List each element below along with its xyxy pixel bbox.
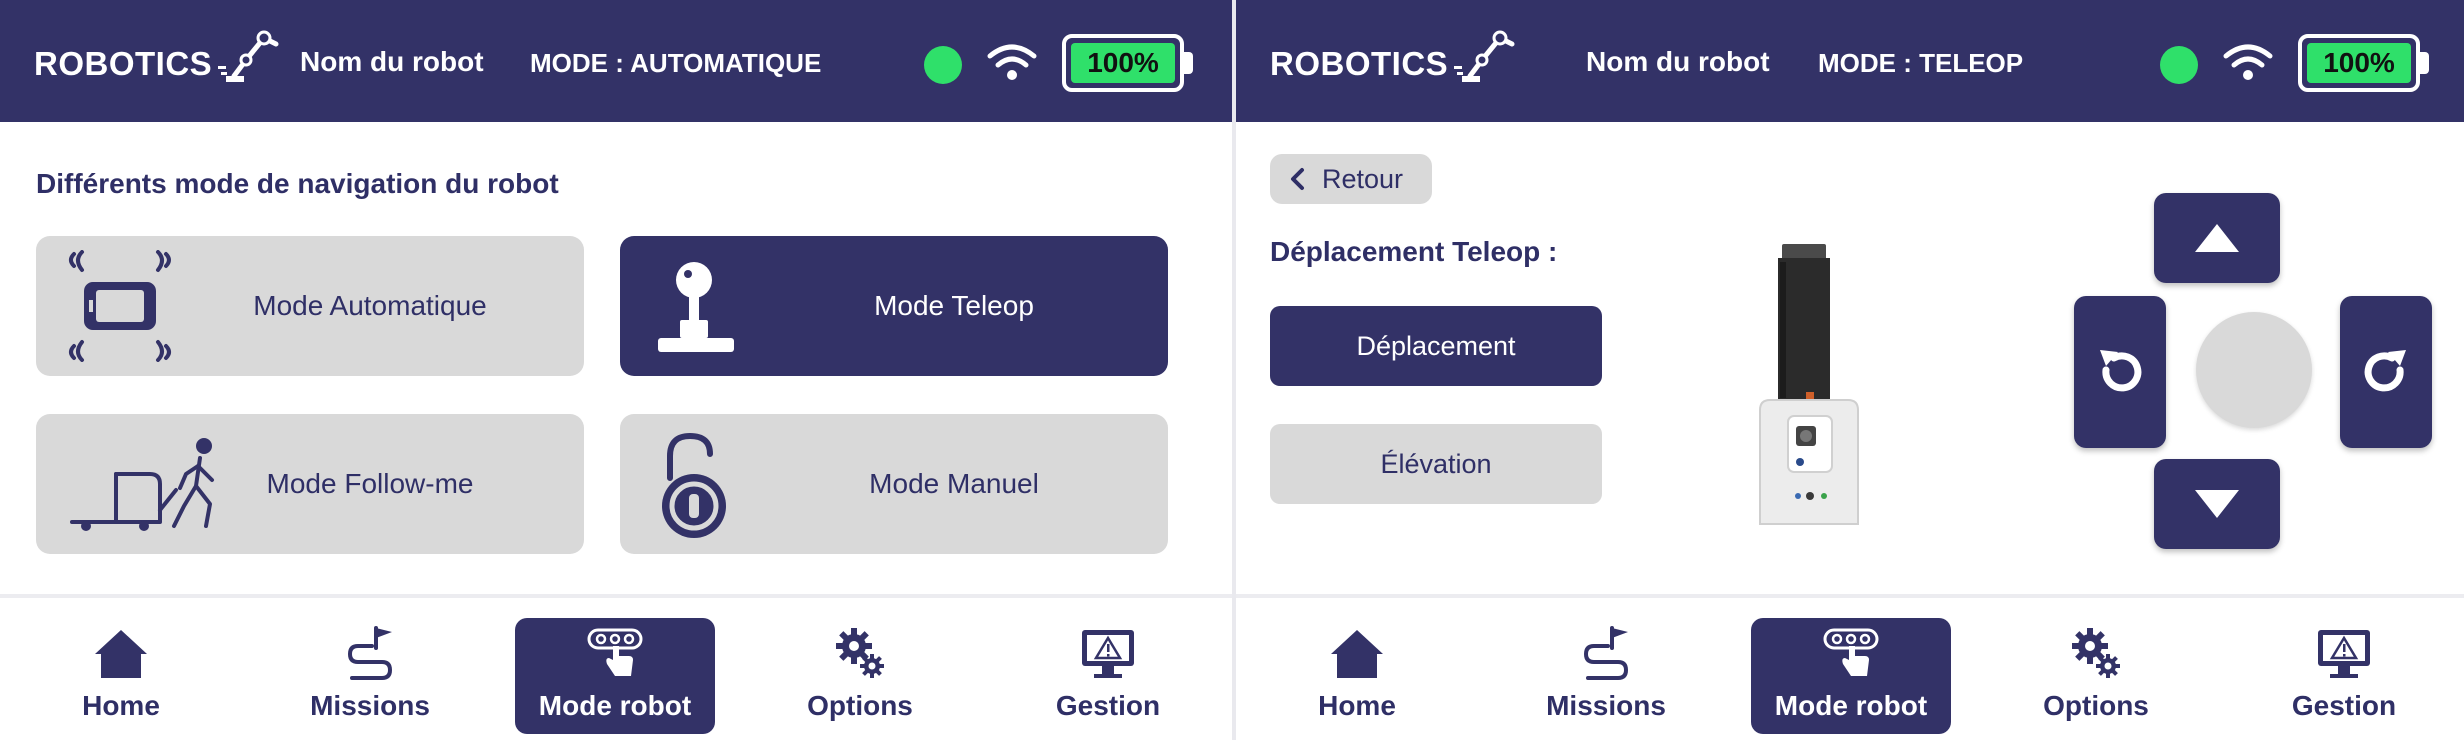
nav-mode-robot[interactable]: Mode robot [1751,618,1951,734]
mode-card-teleop[interactable]: Mode Teleop [620,236,1168,376]
back-label: Retour [1322,163,1404,194]
nav-home[interactable]: Home [21,618,221,734]
logo: ROBOTICS [1270,30,1522,88]
nav-gestion[interactable]: Gestion [1008,618,1208,734]
nav-label: Missions [310,690,430,721]
screen-mode-selection: ROBOTICS Nom du robot MODE : AUTOMATIQUE [0,0,1232,740]
logo-text: ROBOTICS [34,45,213,82]
route-flag-icon [1583,626,1629,680]
nav-missions[interactable]: Missions [1506,618,1706,734]
top-bar: ROBOTICS Nom du robot MODE : AUTOMATIQUE [0,0,1232,122]
mode-card-label: Mode Follow-me [266,468,474,499]
battery-level: 100% [1071,43,1175,83]
nav-label: Gestion [1055,690,1161,721]
battery-tip [1184,52,1193,74]
gears-icon [836,628,884,678]
chevron-left-icon [1291,168,1304,190]
screen-teleop: ROBOTICS Nom du robot MODE : TELEOP 100%… [1236,0,2464,740]
rotate-left-button[interactable] [2074,296,2166,448]
nav-options[interactable]: Options [760,618,960,734]
bottom-nav: Home Missions Mode robot Options Gestion [0,594,1232,740]
mode-card-label: Mode Teleop [874,290,1034,321]
rotate-ccw-icon [2100,350,2142,392]
bottom-nav: Home Missions Mode robot Options Gestion [1236,594,2464,740]
mode-card-automatique[interactable]: Mode Automatique [36,236,584,376]
nav-options[interactable]: Options [1996,618,2196,734]
nav-label: Missions [1546,690,1666,721]
nav-gestion[interactable]: Gestion [2244,618,2444,734]
robot-name: Nom du robot [1586,46,1770,77]
monitor-alert-icon [2318,630,2370,678]
home-icon [95,630,147,678]
move-backward-button[interactable] [2154,459,2280,549]
arrow-down-icon [2195,490,2239,518]
teleop-title: Déplacement Teleop : [1270,236,1558,267]
wifi-icon [987,44,1037,80]
robot-arm-icon [1454,30,1515,82]
touch-remote-icon [1823,628,1879,676]
back-button[interactable]: Retour [1270,154,1432,204]
deplacement-button[interactable]: Déplacement [1270,306,1602,386]
rotate-right-button[interactable] [2340,296,2432,448]
mode-card-manuel[interactable]: Mode Manuel [620,414,1168,554]
current-mode-label: MODE : AUTOMATIQUE [530,48,822,78]
robot-image [1759,244,1859,525]
battery-level: 100% [2307,43,2411,83]
nav-label: Gestion [2291,690,2397,721]
elevation-button[interactable]: Élévation [1270,424,1602,504]
monitor-alert-icon [1082,630,1134,678]
battery-tip [2420,52,2429,74]
status-indicator [924,46,962,84]
nav-label: Mode robot [538,690,692,721]
status-indicator [2160,46,2198,84]
route-flag-icon [347,626,393,680]
nav-label: Options [807,690,913,721]
wifi-icon [2223,44,2273,80]
nav-label: Home [82,690,160,721]
battery-indicator: 100% [1062,34,1184,92]
home-icon [1331,630,1383,678]
nav-label: Options [2043,690,2149,721]
rotate-cw-icon [2364,350,2406,392]
mode-card-follow-me[interactable]: Mode Follow-me [36,414,584,554]
nav-label: Home [1318,690,1396,721]
top-bar: ROBOTICS Nom du robot MODE : TELEOP 100% [1236,0,2464,122]
touch-remote-icon [587,628,643,676]
gears-icon [2072,628,2120,678]
move-forward-button[interactable] [2154,193,2280,283]
nav-label: Mode robot [1774,690,1928,721]
current-mode-label: MODE : TELEOP [1818,48,2024,78]
nav-mode-robot[interactable]: Mode robot [515,618,715,734]
section-title: Différents mode de navigation du robot [36,168,559,199]
nav-home[interactable]: Home [1257,618,1457,734]
mode-card-label: Mode Manuel [869,468,1039,499]
nav-missions[interactable]: Missions [270,618,470,734]
arrow-up-icon [2195,224,2239,252]
dpad-center-button[interactable] [2196,312,2312,428]
battery-indicator: 100% [2298,34,2420,92]
robot-name: Nom du robot [300,46,484,77]
mode-card-label: Mode Automatique [253,290,487,321]
logo-text: ROBOTICS [1270,45,1449,82]
logo: ROBOTICS [34,30,286,88]
robot-arm-icon [218,30,279,82]
